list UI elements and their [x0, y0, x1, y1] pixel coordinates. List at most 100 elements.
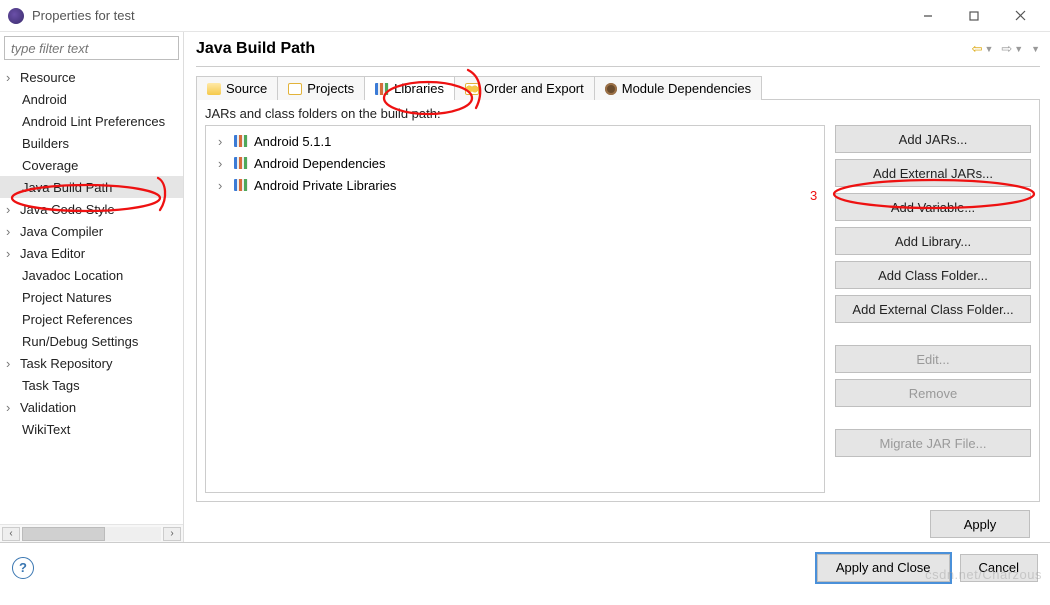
library-item[interactable]: › Android Dependencies: [210, 152, 820, 174]
libraries-list[interactable]: ›Android 5.1.1 › Android Dependencies ›Andr…: [205, 125, 825, 493]
library-label: Android 5.1.1: [254, 134, 331, 149]
nav-item-android[interactable]: Android: [0, 88, 183, 110]
close-button[interactable]: [998, 2, 1042, 30]
nav-item-builders[interactable]: Builders: [0, 132, 183, 154]
chevron-right-icon: ›: [6, 224, 20, 239]
cancel-button[interactable]: Cancel: [960, 554, 1038, 582]
nav-item-task-tags[interactable]: Task Tags: [0, 374, 183, 396]
order-export-icon: [465, 83, 479, 95]
tab-libraries[interactable]: Libraries: [364, 76, 455, 100]
edit-button[interactable]: Edit...: [835, 345, 1031, 373]
chevron-right-icon: ›: [6, 246, 20, 261]
library-item[interactable]: ›Android Private Libraries: [210, 174, 820, 196]
minimize-button[interactable]: [906, 2, 950, 30]
history-nav: ⇦▼ ⇨▼ ▼: [972, 41, 1040, 57]
tab-label: Source: [226, 81, 267, 96]
page-title: Java Build Path: [196, 40, 315, 58]
add-jars-button[interactable]: Add JARs...: [835, 125, 1031, 153]
nav-item-label: Task Tags: [22, 378, 80, 393]
apply-close-button[interactable]: Apply and Close: [817, 554, 950, 582]
remove-button[interactable]: Remove: [835, 379, 1031, 407]
chevron-right-icon: ›: [6, 400, 20, 415]
source-icon: [207, 83, 221, 95]
scroll-thumb[interactable]: [22, 527, 105, 541]
tab-order-and-export[interactable]: Order and Export: [454, 76, 595, 100]
nav-item-javadoc-location[interactable]: Javadoc Location: [0, 264, 183, 286]
library-icon: [234, 135, 248, 147]
nav-item-label: Resource: [20, 70, 76, 85]
tab-label: Order and Export: [484, 81, 584, 96]
nav-item-label: Javadoc Location: [22, 268, 123, 283]
nav-item-task-repository[interactable]: ›Task Repository: [0, 352, 183, 374]
library-item[interactable]: ›Android 5.1.1: [210, 130, 820, 152]
library-icon: [234, 157, 248, 169]
libraries-buttons: Add JARs... Add External JARs... Add Var…: [835, 125, 1031, 493]
scroll-right-button[interactable]: ›: [163, 527, 181, 541]
add-external-class-folder-button[interactable]: Add External Class Folder...: [835, 295, 1031, 323]
nav-item-label: Task Repository: [20, 356, 112, 371]
nav-item-wikitext[interactable]: WikiText: [0, 418, 183, 440]
dialog-footer: ? Apply and Close Cancel: [0, 542, 1050, 592]
nav-item-java-editor[interactable]: ›Java Editor: [0, 242, 183, 264]
migrate-jar-button[interactable]: Migrate JAR File...: [835, 429, 1031, 457]
nav-item-label: Run/Debug Settings: [22, 334, 138, 349]
window-title: Properties for test: [32, 8, 135, 23]
add-library-button[interactable]: Add Library...: [835, 227, 1031, 255]
scroll-left-button[interactable]: ‹: [2, 527, 20, 541]
filter-input[interactable]: [4, 36, 179, 60]
nav-item-resource[interactable]: ›Resource: [0, 66, 183, 88]
nav-item-project-natures[interactable]: Project Natures: [0, 286, 183, 308]
back-icon[interactable]: ⇦: [972, 41, 983, 57]
main-panel: Java Build Path ⇦▼ ⇨▼ ▼ SourceProjectsLi…: [184, 32, 1050, 542]
library-label: Android Private Libraries: [254, 178, 396, 193]
chevron-right-icon: ›: [218, 156, 228, 171]
nav-item-java-code-style[interactable]: ›Java Code Style: [0, 198, 183, 220]
nav-item-label: Android Lint Preferences: [22, 114, 165, 129]
tab-module-dependencies[interactable]: Module Dependencies: [594, 76, 762, 100]
add-class-folder-button[interactable]: Add Class Folder...: [835, 261, 1031, 289]
scroll-track[interactable]: [22, 527, 161, 541]
nav-item-label: Java Code Style: [20, 202, 115, 217]
library-icon: [234, 179, 248, 191]
add-variable-button[interactable]: Add Variable...: [835, 193, 1031, 221]
view-menu-icon[interactable]: ▼: [1031, 44, 1040, 54]
chevron-right-icon: ›: [6, 202, 20, 217]
tab-source[interactable]: Source: [196, 76, 278, 100]
tab-projects[interactable]: Projects: [277, 76, 365, 100]
tab-bar: Source Projects Libraries Order and Export M…: [196, 75, 1040, 100]
apply-button[interactable]: Apply: [930, 510, 1030, 538]
content-split: ›ResourceAndroidAndroid Lint Preferences…: [0, 32, 1050, 542]
nav-item-project-references[interactable]: Project References: [0, 308, 183, 330]
nav-item-label: Builders: [22, 136, 69, 151]
maximize-button[interactable]: [952, 2, 996, 30]
nav-item-coverage[interactable]: Coverage: [0, 154, 183, 176]
add-external-jars-button[interactable]: Add External JARs...: [835, 159, 1031, 187]
nav-item-label: Java Compiler: [20, 224, 103, 239]
window-controls: [906, 2, 1042, 30]
nav-item-java-compiler[interactable]: ›Java Compiler: [0, 220, 183, 242]
nav-item-label: Project Natures: [22, 290, 112, 305]
forward-menu-icon[interactable]: ▼: [1014, 44, 1023, 54]
nav-item-validation[interactable]: ›Validation: [0, 396, 183, 418]
heading-row: Java Build Path ⇦▼ ⇨▼ ▼: [196, 40, 1040, 67]
nav-item-label: Android: [22, 92, 67, 107]
tab-libraries-page: JARs and class folders on the build path…: [196, 100, 1040, 502]
chevron-right-icon: ›: [6, 356, 20, 371]
nav-tree[interactable]: ›ResourceAndroidAndroid Lint Preferences…: [0, 64, 183, 524]
help-icon[interactable]: ?: [12, 557, 34, 579]
nav-item-android-lint-preferences[interactable]: Android Lint Preferences: [0, 110, 183, 132]
projects-icon: [288, 83, 302, 95]
library-label: Android Dependencies: [254, 156, 386, 171]
nav-horizontal-scrollbar[interactable]: ‹ ›: [0, 524, 183, 542]
nav-item-java-build-path[interactable]: Java Build Path: [0, 176, 183, 198]
nav-item-run-debug-settings[interactable]: Run/Debug Settings: [0, 330, 183, 352]
apply-row: Apply: [196, 502, 1040, 542]
nav-item-label: Project References: [22, 312, 133, 327]
nav-item-label: WikiText: [22, 422, 70, 437]
tab-label: Projects: [307, 81, 354, 96]
module-deps-icon: [605, 83, 617, 95]
nav-item-label: Java Build Path: [22, 180, 112, 195]
nav-panel: ›ResourceAndroidAndroid Lint Preferences…: [0, 32, 184, 542]
forward-icon[interactable]: ⇨: [1001, 41, 1012, 57]
back-menu-icon[interactable]: ▼: [985, 44, 994, 54]
